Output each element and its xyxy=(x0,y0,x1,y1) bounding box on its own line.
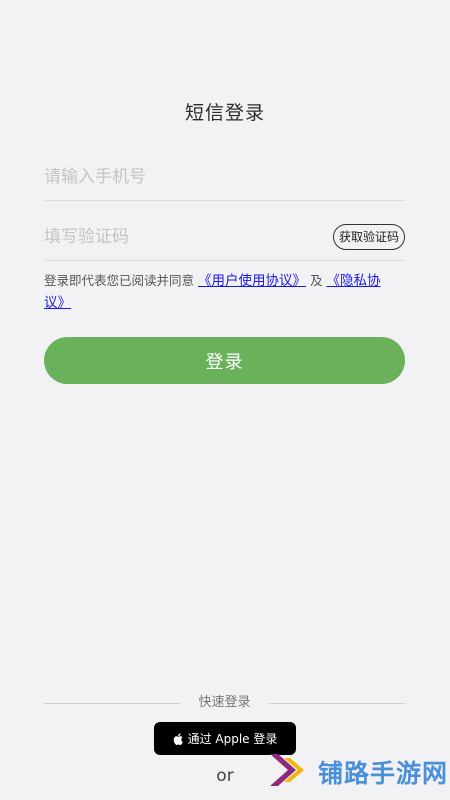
user-agreement-link[interactable]: 《用户使用协议》 xyxy=(198,273,306,289)
agreement-prefix: 登录即代表您已阅读并同意 xyxy=(44,273,195,288)
watermark-logo-icon xyxy=(266,748,310,796)
login-button[interactable]: 登录 xyxy=(44,337,405,384)
agreement-text: 登录即代表您已阅读并同意 《用户使用协议》 及 《隐私协议》 xyxy=(44,270,389,314)
apple-icon xyxy=(173,732,183,745)
watermark-text: 铺路手游网 xyxy=(318,759,449,788)
phone-input[interactable] xyxy=(44,162,314,192)
code-field: 获取验证码 xyxy=(44,214,405,261)
verification-code-input[interactable] xyxy=(44,222,314,252)
watermark: 铺路手游网 xyxy=(252,744,450,800)
page-title: 短信登录 xyxy=(184,102,265,124)
phone-field xyxy=(44,154,405,201)
agreement-and: 及 xyxy=(309,273,323,288)
divider-line-right xyxy=(269,703,405,704)
quick-login-divider: 快速登录 xyxy=(44,692,405,714)
get-code-button[interactable]: 获取验证码 xyxy=(332,224,405,250)
